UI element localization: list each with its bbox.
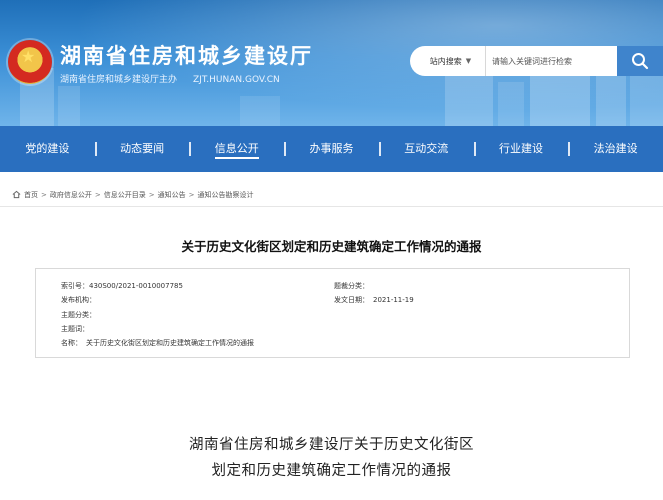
nav-item-label: 信息公开: [214, 142, 259, 159]
sponsor-text: 湖南省住房和城乡建设厅主办: [60, 75, 178, 85]
search-button[interactable]: [617, 46, 663, 76]
meta-keywords: 主题词：: [61, 324, 93, 334]
search-scope-label: 站内搜索: [429, 56, 462, 66]
page-title: 关于历史文化街区划定和历史建筑确定工作情况的通报: [181, 239, 482, 254]
nav-item-label: 法治建设: [593, 142, 638, 155]
search-input[interactable]: [486, 46, 617, 76]
nav-item-services[interactable]: 办事服务: [284, 126, 379, 172]
site-subtitle: 湖南省住房和城乡建设厅主办 ZJT.HUNAN.GOV.CN: [60, 72, 280, 85]
building-silhouette: [498, 82, 524, 126]
meta-value: 关于历史文化街区划定和历史建筑确定工作情况的通报: [86, 339, 254, 347]
breadcrumb-item[interactable]: 政府信息公开: [50, 190, 92, 200]
main-nav: 党的建设 动态要闻 信息公开 办事服务 互动交流 行业建设 法治建设: [0, 126, 663, 172]
building-silhouette: [240, 96, 280, 126]
nav-item-rule-of-law[interactable]: 法治建设: [568, 126, 663, 172]
building-silhouette: [58, 86, 80, 126]
meta-label: 发布机构：: [61, 296, 96, 304]
breadcrumb-separator: >: [188, 190, 195, 199]
nav-item-label: 党的建设: [25, 142, 70, 155]
nav-item-info-disclosure[interactable]: 信息公开: [189, 126, 284, 172]
national-emblem-icon[interactable]: ★: [8, 40, 52, 84]
breadcrumb-separator: >: [41, 190, 47, 199]
meta-label: 主题分类：: [61, 311, 96, 319]
document-heading-line: 划定和历史建筑确定工作情况的通报: [211, 463, 452, 479]
nav-item-label: 动态要闻: [120, 142, 165, 155]
nav-item-label: 办事服务: [309, 142, 354, 155]
meta-value: 430S00/2021-0010007785: [89, 282, 183, 290]
nav-item-label: 互动交流: [404, 142, 449, 155]
meta-label: 主题词：: [61, 325, 89, 333]
search-bar: 站内搜索 ▼: [410, 46, 663, 76]
meta-name: 名称： 关于历史文化街区划定和历史建筑确定工作情况的通报: [61, 338, 254, 348]
breadcrumb: 首页 > 政府信息公开 > 信息公开目录 > 通知公告 > 通知公告勘察设计: [0, 183, 663, 207]
meta-publisher: 发布机构：: [61, 295, 100, 305]
meta-label: 索引号：: [61, 282, 89, 290]
meta-date: 发文日期： 2021-11-19: [334, 295, 414, 305]
site-title[interactable]: 湖南省住房和城乡建设厅: [60, 40, 313, 70]
site-domain: ZJT.HUNAN.GOV.CN: [193, 75, 280, 85]
meta-label: 发文日期：: [334, 296, 369, 304]
site-header: ★ 湖南省住房和城乡建设厅 湖南省住房和城乡建设厅主办 ZJT.HUNAN.GOV…: [0, 0, 663, 126]
nav-item-industry[interactable]: 行业建设: [473, 126, 569, 172]
search-icon: [632, 53, 649, 70]
nav-item-interaction[interactable]: 互动交流: [378, 126, 474, 172]
breadcrumb-separator: >: [148, 190, 155, 199]
meta-index: 索引号：430S00/2021-0010007785: [61, 281, 183, 291]
home-icon: [12, 190, 21, 199]
chevron-down-icon: ▼: [465, 57, 472, 65]
meta-label: 名称：: [61, 339, 82, 347]
meta-subject: 主题分类：: [61, 310, 100, 320]
search-scope-select[interactable]: 站内搜索 ▼: [410, 46, 486, 76]
meta-label: 题裁分类：: [334, 282, 369, 290]
breadcrumb-separator: >: [94, 190, 101, 199]
nav-item-news[interactable]: 动态要闻: [94, 126, 190, 172]
breadcrumb-home[interactable]: 首页: [24, 190, 38, 200]
document-metadata: 索引号：430S00/2021-0010007785 题裁分类： 发布机构： 发…: [35, 268, 630, 358]
breadcrumb-item[interactable]: 通知公告: [158, 190, 186, 200]
meta-value: 2021-11-19: [373, 296, 414, 304]
breadcrumb-item[interactable]: 通知公告勘察设计: [198, 190, 254, 200]
document-heading: 湖南省住房和城乡建设厅关于历史文化街区 划定和历史建筑确定工作情况的通报: [0, 432, 663, 484]
meta-topic-category: 题裁分类：: [334, 281, 373, 291]
nav-item-party[interactable]: 党的建设: [0, 126, 95, 172]
nav-item-label: 行业建设: [498, 142, 543, 155]
breadcrumb-item[interactable]: 信息公开目录: [104, 190, 146, 200]
document-heading-line: 湖南省住房和城乡建设厅关于历史文化街区: [189, 437, 474, 453]
building-silhouette: [596, 72, 626, 126]
